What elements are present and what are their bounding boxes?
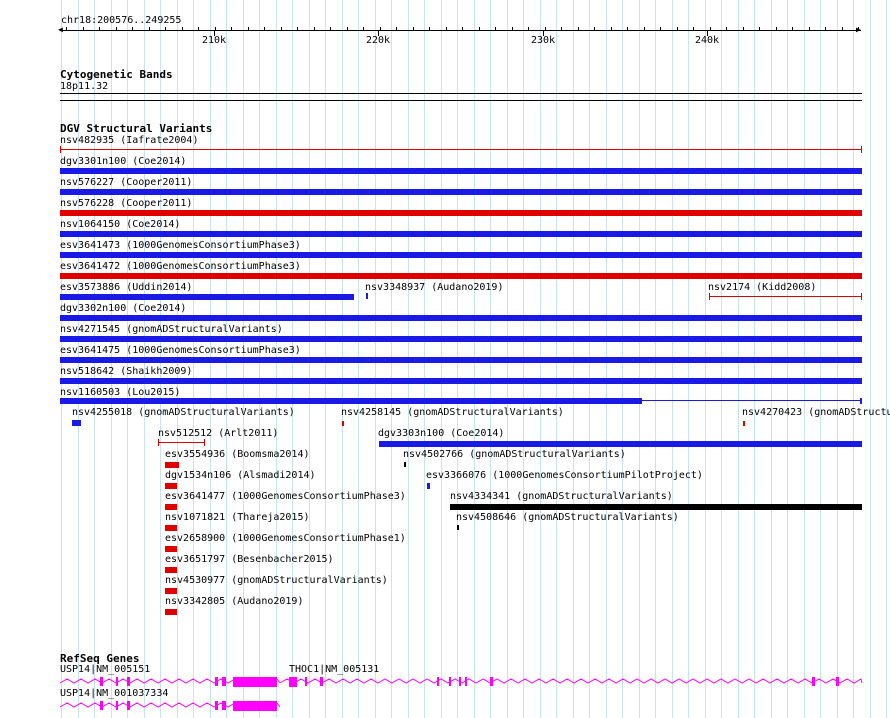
gene-exon — [305, 677, 307, 686]
gene-exon — [116, 701, 118, 710]
gene-exon — [836, 677, 839, 686]
gene-exon — [222, 677, 226, 686]
gene-exon — [465, 677, 467, 686]
gene-models[interactable] — [0, 0, 890, 718]
gene-exon — [233, 677, 277, 687]
gene-exon — [812, 677, 815, 686]
gene-exon — [127, 701, 130, 710]
gene-exon — [459, 677, 461, 686]
gene-exon — [127, 677, 130, 686]
gene-exon — [289, 677, 297, 687]
gene-exon — [100, 701, 103, 710]
gene-exon — [215, 677, 218, 686]
gene-intron-line — [279, 678, 863, 684]
gene-exon — [215, 701, 218, 710]
gene-exon — [222, 701, 226, 710]
gene-exon — [449, 677, 451, 686]
gene-exon — [116, 677, 118, 686]
gene-exon — [320, 677, 323, 686]
gene-exon — [233, 701, 277, 711]
gene-exon — [100, 677, 103, 686]
gene-exon — [490, 677, 493, 686]
gene-exon — [437, 677, 439, 686]
